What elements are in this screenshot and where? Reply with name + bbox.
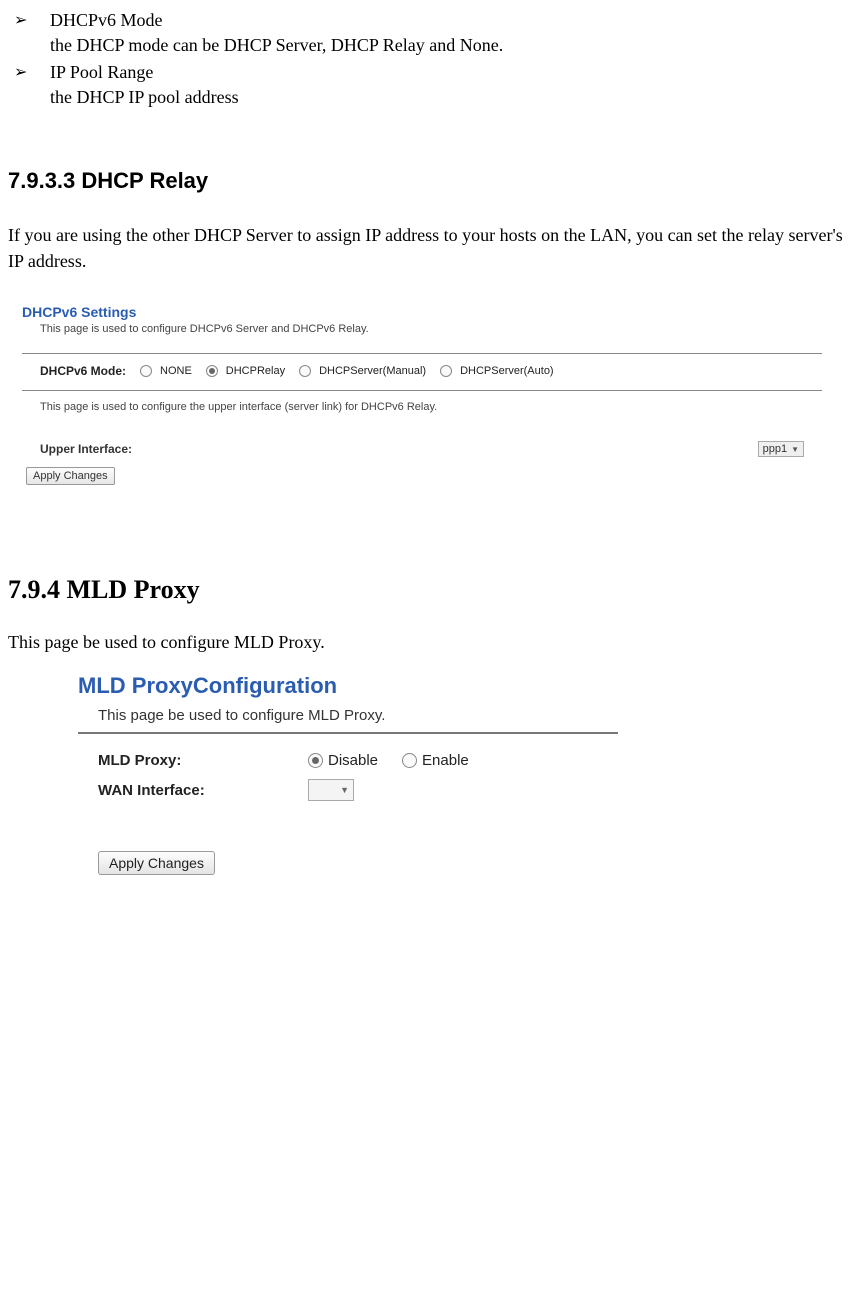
bullet-item: ➢ DHCPv6 Mode the DHCP mode can be DHCP …: [8, 10, 857, 56]
upper-interface-row: Upper Interface: ppp1 ▼: [40, 441, 804, 457]
radio-label: DHCPServer(Auto): [460, 365, 554, 377]
radio-label: Disable: [328, 752, 378, 769]
radio-label: DHCPServer(Manual): [319, 365, 426, 377]
radio-dhcprelay[interactable]: [206, 365, 218, 377]
radio-label: Enable: [422, 752, 469, 769]
select-value: ppp1: [763, 443, 787, 455]
section-body: If you are using the other DHCP Server t…: [8, 222, 857, 274]
bullet-item: ➢ IP Pool Range the DHCP IP pool address: [8, 62, 857, 108]
mode-label: DHCPv6 Mode:: [40, 364, 126, 378]
radio-enable[interactable]: [402, 753, 417, 768]
dhcpv6-settings-panel: DHCPv6 Settings This page is used to con…: [22, 304, 822, 485]
section-body: This page be used to configure MLD Proxy…: [8, 629, 857, 655]
chevron-down-icon: ▼: [340, 785, 349, 795]
radio-label: DHCPRelay: [226, 365, 285, 377]
bullet-title: DHCPv6 Mode: [50, 10, 857, 31]
radio-none[interactable]: [140, 365, 152, 377]
wan-interface-select[interactable]: ▼: [308, 779, 354, 801]
section-heading-dhcp-relay: 7.9.3.3 DHCP Relay: [8, 168, 857, 194]
panel-desc: This page be used to configure MLD Proxy…: [98, 707, 618, 724]
mld-proxy-panel: MLD ProxyConfiguration This page be used…: [78, 673, 618, 875]
panel-title: MLD ProxyConfiguration: [78, 673, 618, 699]
radio-dhcpserver-manual[interactable]: [299, 365, 311, 377]
radio-disable[interactable]: [308, 753, 323, 768]
mld-proxy-label: MLD Proxy:: [98, 752, 308, 769]
bullet-desc: the DHCP IP pool address: [50, 87, 857, 108]
chevron-down-icon: ▼: [791, 445, 799, 454]
bullet-desc: the DHCP mode can be DHCP Server, DHCP R…: [50, 35, 857, 56]
panel-desc2: This page is used to configure the upper…: [40, 401, 822, 413]
bullet-arrow-icon: ➢: [8, 62, 50, 82]
wan-interface-row: WAN Interface: ▼: [98, 779, 618, 801]
mld-proxy-row: MLD Proxy: Disable Enable: [98, 752, 618, 769]
divider: [22, 353, 822, 354]
divider: [22, 390, 822, 391]
dhcpv6-mode-row: DHCPv6 Mode: NONE DHCPRelay DHCPServer(M…: [40, 364, 822, 378]
panel-title: DHCPv6 Settings: [22, 304, 822, 320]
upper-interface-select[interactable]: ppp1 ▼: [758, 441, 804, 457]
apply-changes-button[interactable]: Apply Changes: [98, 851, 215, 875]
section-heading-mld-proxy: 7.9.4 MLD Proxy: [8, 575, 857, 605]
radio-label: NONE: [160, 365, 192, 377]
wan-interface-label: WAN Interface:: [98, 782, 308, 799]
panel-desc: This page is used to configure DHCPv6 Se…: [40, 323, 822, 335]
divider: [78, 732, 618, 734]
bullet-title: IP Pool Range: [50, 62, 857, 83]
bullet-arrow-icon: ➢: [8, 10, 50, 30]
apply-changes-button[interactable]: Apply Changes: [26, 467, 115, 485]
radio-dhcpserver-auto[interactable]: [440, 365, 452, 377]
upper-interface-label: Upper Interface:: [40, 442, 132, 456]
